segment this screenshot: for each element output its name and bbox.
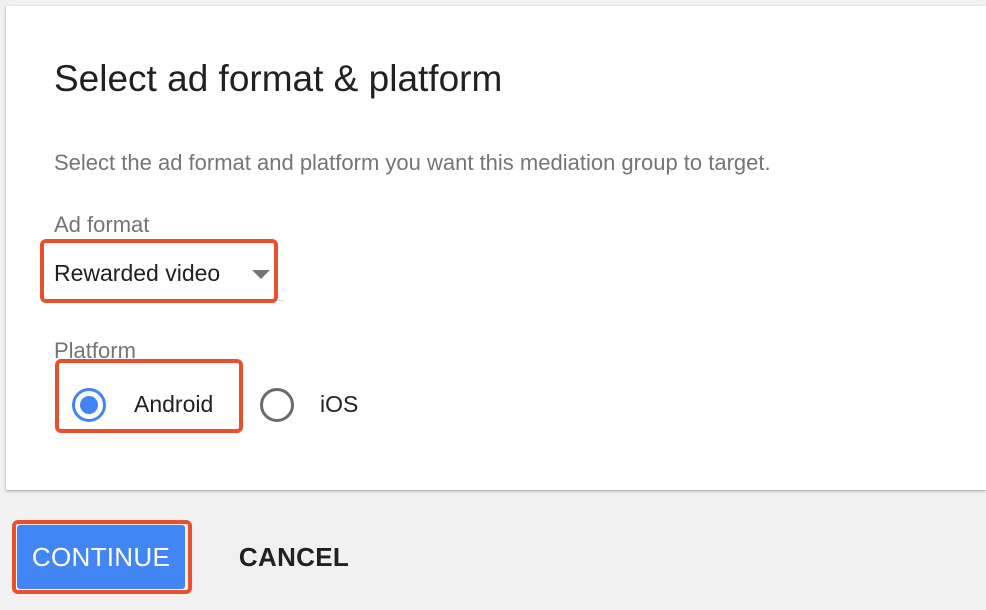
radio-dot xyxy=(80,396,98,414)
platform-radio-android-label: Android xyxy=(134,391,214,417)
platform-radio-ios-label: iOS xyxy=(320,391,359,417)
dialog-card: Select ad format & platform Select the a… xyxy=(6,6,986,490)
page: Select ad format & platform Select the a… xyxy=(0,0,986,610)
platform-radio-ios[interactable]: iOS xyxy=(260,384,380,432)
ad-format-label: Ad format xyxy=(54,212,150,237)
cancel-button[interactable]: CANCEL xyxy=(222,525,366,589)
ad-format-selected-value: Rewarded video xyxy=(54,260,221,286)
platform-label: Platform xyxy=(54,338,136,363)
ad-format-select[interactable]: Rewarded video xyxy=(54,256,284,301)
radio-checked-icon[interactable] xyxy=(72,388,106,422)
dialog-description: Select the ad format and platform you wa… xyxy=(54,150,771,175)
dialog-title: Select ad format & platform xyxy=(54,58,503,99)
continue-button[interactable]: CONTINUE xyxy=(17,525,185,589)
radio-unchecked-icon[interactable] xyxy=(260,388,294,422)
dropdown-arrow-icon xyxy=(252,270,270,279)
platform-radio-android[interactable]: Android xyxy=(72,384,248,432)
